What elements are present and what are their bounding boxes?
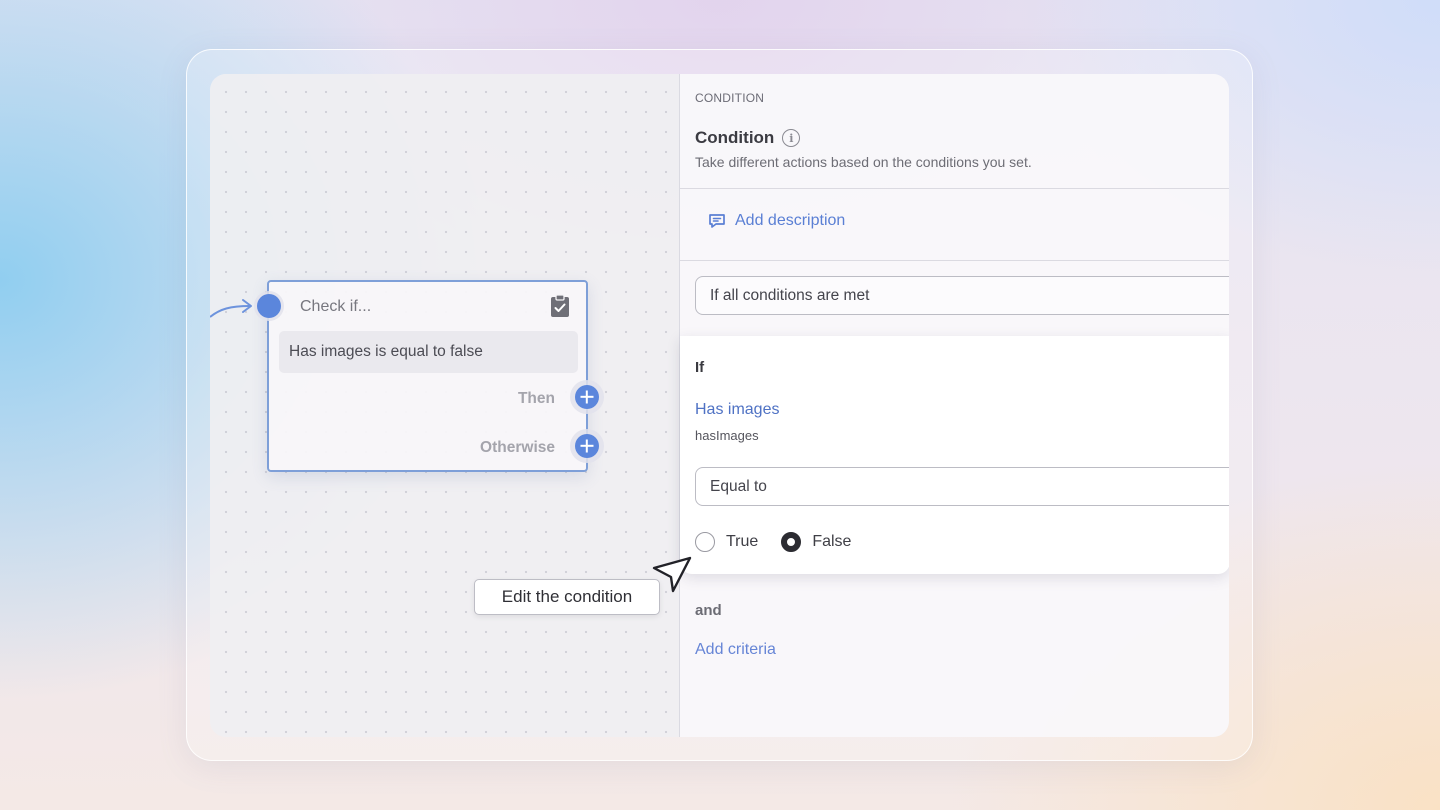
value-radio-group: True False <box>695 532 874 552</box>
radio-false-label[interactable]: False <box>812 533 851 551</box>
mouse-cursor-icon <box>652 556 692 593</box>
divider <box>680 188 1229 189</box>
tooltip-text: Edit the condition <box>501 587 633 606</box>
match-mode-select[interactable]: If all conditions are met <box>695 276 1229 315</box>
panel-subtitle: Take different actions based on the cond… <box>695 154 1032 170</box>
criterion-heading: If <box>695 359 705 376</box>
edit-condition-tooltip: Edit the condition <box>474 579 660 615</box>
clipboard-check-icon <box>551 294 569 317</box>
panel-section-tag: CONDITION <box>695 91 765 105</box>
info-icon[interactable]: i <box>782 129 801 147</box>
radio-true[interactable] <box>695 532 715 552</box>
add-then-step-button[interactable] <box>570 380 604 414</box>
radio-false[interactable] <box>781 532 802 552</box>
input-port-dot <box>257 294 281 318</box>
condition-node[interactable]: Check if... Has images is equal to false… <box>267 280 588 472</box>
plus-icon <box>575 385 599 409</box>
node-title: Check if... <box>300 298 372 315</box>
properties-panel: CONDITION Condition i Take different act… <box>679 74 1229 737</box>
add-criteria-button[interactable]: Add criteria <box>695 641 776 659</box>
branch-otherwise-label: Otherwise <box>480 439 555 456</box>
panel-title: Condition i <box>695 128 801 148</box>
incoming-connector-arrow <box>210 299 252 318</box>
match-mode-value: If all conditions are met <box>710 286 870 304</box>
operator-value: Equal to <box>710 477 767 495</box>
add-description-button[interactable]: Add description <box>707 211 845 231</box>
field-name-link[interactable]: Has images <box>695 401 779 419</box>
node-condition-summary: Has images is equal to false <box>279 331 578 373</box>
branch-then-label: Then <box>517 390 555 407</box>
criterion-card: If Has images hasImages Equal to True Fa… <box>680 336 1229 574</box>
panel-title-text: Condition <box>695 128 775 147</box>
operator-select[interactable]: Equal to <box>695 467 1229 506</box>
radio-true-label[interactable]: True <box>726 533 758 551</box>
add-otherwise-step-button[interactable] <box>570 429 604 463</box>
field-key: hasImages <box>695 428 759 443</box>
criteria-joiner: and <box>695 602 722 619</box>
plus-icon <box>575 434 599 458</box>
comment-icon <box>709 214 725 228</box>
node-condition-text: Has images is equal to false <box>289 343 483 360</box>
node-input-port[interactable] <box>254 291 284 321</box>
divider <box>680 260 1229 261</box>
add-description-label: Add description <box>735 212 846 229</box>
